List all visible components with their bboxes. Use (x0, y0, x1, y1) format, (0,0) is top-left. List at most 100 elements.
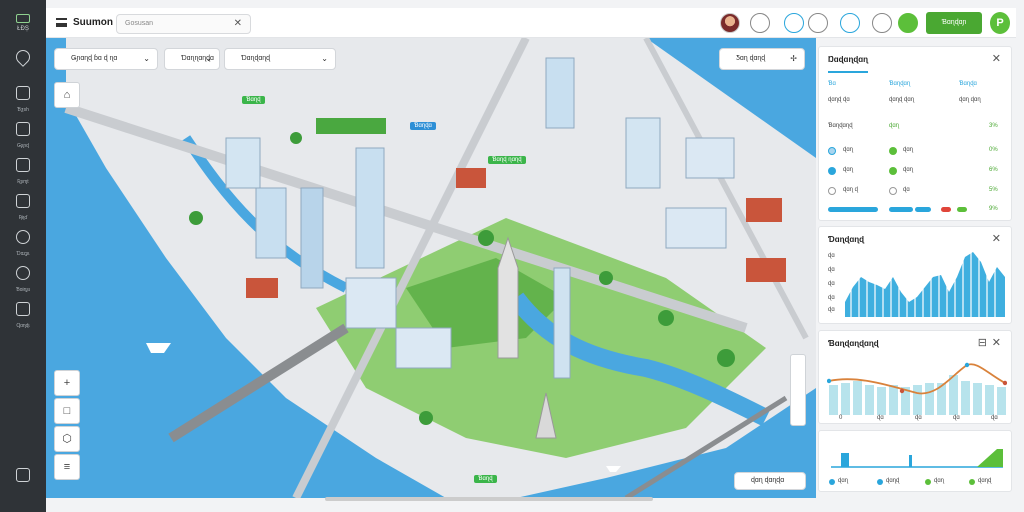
map-illustration (64, 38, 816, 498)
tower-building (225, 137, 261, 189)
city-map[interactable]: Ǥɲɑɳɖ ɓɑ ɖ ɳɑ ⌄ Ɗɑɳɳɑɳɖɑ ⌄ Ɗɑɳɖɑɳɖ ⌄ ⌂ Ƽɑɳ … (46, 38, 816, 498)
section-label: Ɓɑɳɖɑɳɖ (828, 123, 853, 129)
primary-button[interactable]: Ɓɑɳɖɑɲ (926, 12, 982, 34)
sidebar-item-layers[interactable]: Ɓƺsh (6, 86, 40, 118)
sidebar-item-settings[interactable]: Ɓɑɨɳʂɩ (6, 266, 40, 298)
list-tool-button[interactable]: ≡ (54, 454, 80, 480)
tab-underline (828, 71, 868, 73)
location-icon[interactable] (750, 13, 770, 33)
legend-dot (889, 167, 897, 175)
legend-dot (889, 187, 897, 195)
sidebar-item-collapse[interactable] (6, 468, 40, 500)
chevron-down-icon: ⌄ (205, 54, 212, 63)
grid-icon (16, 468, 30, 482)
data-point (827, 378, 832, 384)
sidebar-item-label: Ʀɨʅɗ (18, 215, 28, 221)
zoom-slider[interactable] (790, 354, 806, 426)
y-tick-label: ɖɑ (828, 295, 835, 301)
card-title: Ɗɑɳɖɑɳɖ (828, 235, 865, 244)
tag-icon[interactable] (840, 13, 860, 33)
bar-series (829, 375, 1006, 415)
refresh-icon[interactable] (872, 13, 892, 33)
tall-tower (553, 267, 571, 379)
boat (146, 343, 171, 353)
row-percent: 5% (989, 187, 998, 193)
chevron-down-icon: ⌄ (321, 54, 328, 63)
map-label-tag[interactable]: Ɓɑɳɖɑ (410, 122, 436, 130)
sidebar-item-label: Ɗɑʐʂɩ (16, 251, 30, 257)
filter-dropdown-3[interactable]: Ɗɑɳɖɑɳɖ ⌄ (224, 48, 336, 70)
tree (478, 230, 494, 246)
legend-dot (877, 479, 883, 485)
shape-tool-button[interactable]: ⬡ (54, 426, 80, 452)
minimize-icon[interactable]: ⊟ (978, 336, 987, 349)
top-bar: Suumon Gosusan ✕ Ɓɑɳɖɑɲ P (46, 8, 1016, 38)
close-icon[interactable]: ✕ (992, 52, 1001, 65)
section-value: ɖɑɳ (889, 123, 900, 129)
avatar[interactable] (720, 13, 740, 33)
stats-card: Ŋɑɖɑɳɖɑɳ ✕ Ɓɑ Ɓɑɳɖɑɳ Ɓɑɳɖɑ ɖɑɳɖ ɖɑ ɖɑɳɖ … (818, 46, 1012, 221)
x-tick-label: ɖɑ (953, 415, 960, 421)
zoom-in-button[interactable]: + (54, 370, 80, 396)
data-point (964, 362, 970, 368)
map-bottom-tag[interactable]: Ɓɑɳɖ (474, 475, 497, 483)
sidebar-item-flag[interactable]: Ʀʂɱt (6, 158, 40, 190)
progress-bar (941, 207, 951, 212)
sidebar-item-play[interactable]: Ɗɑʐʂɩ (6, 230, 40, 262)
sidebar-item-label: Ǥʂɲɖ (17, 143, 29, 149)
map-toolbar[interactable]: Ƽɑɳ ɖɑɳɖ ✢ (719, 48, 805, 70)
row-value: ɖɑɳ (903, 147, 914, 153)
tree (189, 211, 203, 225)
menu-icon[interactable] (56, 18, 67, 27)
app-logo: ŁĐȘ (8, 14, 38, 32)
tree (419, 411, 433, 425)
sidebar-item-document[interactable]: Ǥʂɲɖ (6, 122, 40, 154)
green-park-block (316, 118, 386, 134)
progress-bar (828, 207, 878, 212)
user-button[interactable]: P (990, 12, 1010, 34)
legend-dot (969, 479, 975, 485)
user-icon (16, 302, 30, 316)
red-roof-building (246, 278, 278, 298)
square-tool-button[interactable]: □ (54, 398, 80, 424)
area-mark (977, 449, 1003, 467)
close-icon[interactable]: ✕ (992, 336, 1001, 349)
map-footer-control[interactable]: ɖɑɳ ɖɑɳɖɑ (734, 472, 806, 490)
horizontal-scrollbar[interactable] (325, 497, 653, 501)
row-percent: 6% (989, 167, 998, 173)
tower-building (545, 57, 575, 129)
chevron-down-icon: ⌄ (143, 54, 150, 63)
bar-mark (841, 453, 849, 467)
sidebar-item-label: Ɓɑɨɳʂɩ (15, 287, 31, 293)
legend-label: ɖɑɳɖ (886, 478, 900, 484)
chat-icon[interactable] (784, 13, 804, 33)
legend-dot (828, 147, 836, 155)
data-point (899, 388, 905, 394)
sidebar-item-grid[interactable]: Ʀɨʅɗ (6, 194, 40, 226)
filter-dropdown-1[interactable]: Ǥɲɑɳɖ ɓɑ ɖ ɳɑ ⌄ (54, 48, 158, 70)
search-input[interactable]: Gosusan ✕ (116, 14, 251, 34)
layers-icon (16, 86, 30, 100)
section-percent: 3% (989, 123, 998, 129)
document-icon (16, 122, 30, 136)
status-icon[interactable] (898, 13, 918, 33)
tree (599, 271, 613, 285)
bell-icon[interactable] (808, 13, 828, 33)
column-subheader: ɖɑɳ ɖɑɳ (959, 97, 981, 103)
close-icon[interactable]: ✕ (234, 18, 242, 29)
progress-bar (889, 207, 913, 212)
column-header: Ɓɑɳɖɑɳ (889, 81, 911, 87)
building (685, 137, 735, 179)
filter-dropdown-2[interactable]: Ɗɑɳɳɑɳɖɑ ⌄ (164, 48, 220, 70)
play-icon (16, 230, 30, 244)
legend-label: ɖɑɳ (838, 478, 849, 484)
bar-chart-card: Ɗɑɳɖɑɳɖ ✕ ɖɑ ɖɑ ɖɑ ɖɑ ɖɑ (818, 226, 1012, 324)
close-icon[interactable]: ✕ (992, 232, 1001, 245)
sidebar-item-user[interactable]: Ɋɑɳɖɩ (6, 302, 40, 334)
pin-map-button[interactable]: ⌂ (54, 82, 80, 108)
map-label-tag[interactable]: Ɓɑɳɖ (242, 96, 265, 104)
left-sidebar: ŁĐȘ Ɓƺsh Ǥʂɲɖ Ʀʂɱt Ʀɨʅɗ Ɗɑʐʂɩ Ɓɑɨɳʂɩ Ɋɑɳ… (0, 0, 46, 512)
data-point (1002, 380, 1007, 386)
map-label-tag[interactable]: Ɓɑɳɖ ɳɑɳɖ (488, 156, 526, 164)
sidebar-item-pin[interactable] (6, 47, 40, 82)
